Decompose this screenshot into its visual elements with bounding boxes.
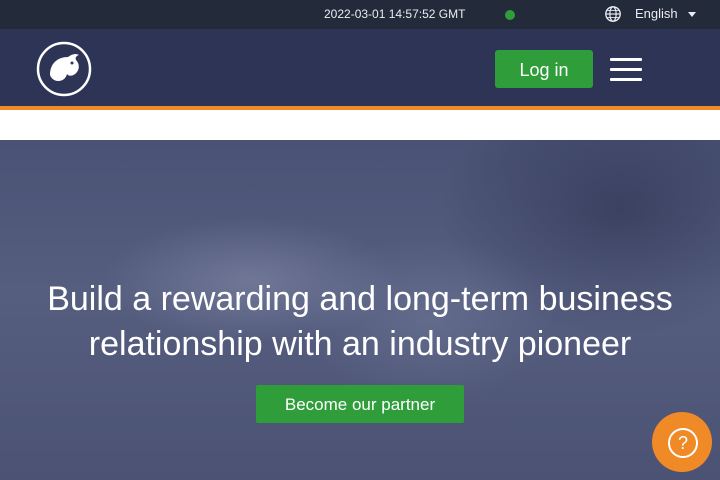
help-button[interactable]: ? <box>652 412 712 472</box>
online-status-dot <box>505 10 515 20</box>
top-status-bar: 2022-03-01 14:57:52 GMT English <box>0 0 720 29</box>
language-selector[interactable]: English <box>635 6 678 21</box>
server-time: 2022-03-01 14:57:52 GMT <box>324 7 466 21</box>
content-strip <box>0 110 720 140</box>
login-button[interactable]: Log in <box>495 50 593 88</box>
become-partner-button[interactable]: Become our partner <box>256 385 464 423</box>
brand-logo[interactable] <box>36 41 92 97</box>
hamburger-menu-icon[interactable] <box>610 58 642 82</box>
caret-down-icon[interactable] <box>688 12 696 17</box>
site-header: Log in <box>0 29 720 106</box>
question-mark-icon: ? <box>668 428 698 458</box>
hero-banner: Build a rewarding and long-term business… <box>0 140 720 480</box>
globe-icon[interactable] <box>604 5 622 23</box>
hero-title: Build a rewarding and long-term business… <box>47 280 673 363</box>
